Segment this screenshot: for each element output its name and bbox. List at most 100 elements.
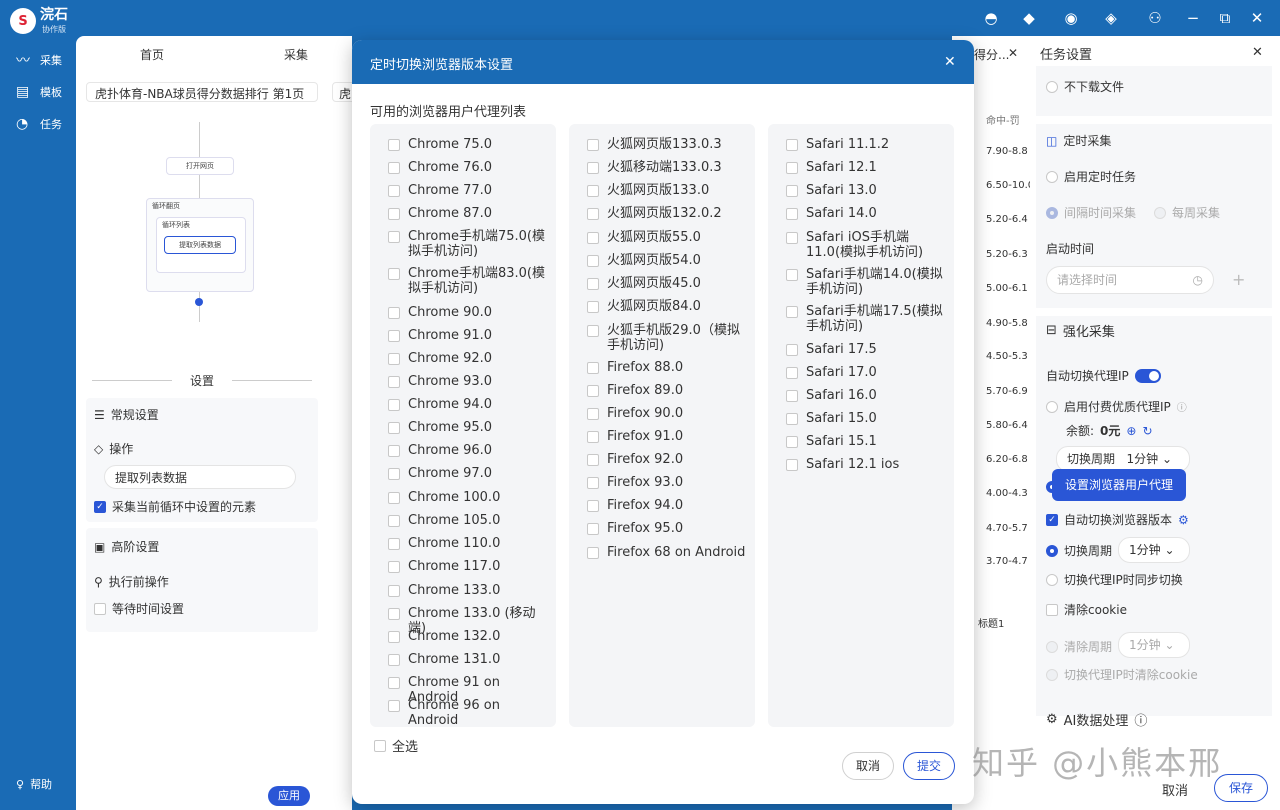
- dialog-close-icon[interactable]: ✕: [944, 54, 956, 70]
- ua-option[interactable]: Safari 13.0: [786, 183, 946, 198]
- ua-option[interactable]: Firefox 91.0: [587, 429, 747, 444]
- flow-add-icon[interactable]: [195, 298, 203, 306]
- diamond-icon[interactable]: ◆: [1018, 8, 1040, 28]
- refresh-icon[interactable]: ↻: [1142, 424, 1152, 438]
- clear-cookie-checkbox[interactable]: 清除cookie: [1046, 601, 1127, 618]
- user-icon[interactable]: ⚇: [1144, 8, 1166, 28]
- ua-option[interactable]: Safari iOS手机端11.0(模拟手机访问): [786, 230, 946, 260]
- dialog-submit-button[interactable]: 提交: [903, 752, 955, 780]
- ua-option[interactable]: 火狐手机版29.0（模拟手机访问): [587, 323, 747, 353]
- ua-option[interactable]: Chrome 132.0: [388, 629, 548, 644]
- wait-time-checkbox[interactable]: 等待时间设置: [94, 600, 184, 617]
- tab-home[interactable]: 首页: [140, 46, 164, 63]
- clear-period-radio[interactable]: 清除周期: [1046, 638, 1112, 655]
- flow-open-page[interactable]: 打开网页: [166, 157, 234, 175]
- restore-icon[interactable]: ⧉: [1214, 8, 1236, 28]
- help-circle-icon[interactable]: ⓘ: [1134, 710, 1147, 729]
- close-window-icon[interactable]: ✕: [1246, 8, 1268, 28]
- ua-option[interactable]: Safari 12.1 ios: [786, 457, 946, 472]
- moneybag-icon[interactable]: ◓: [980, 8, 1002, 28]
- ua-option[interactable]: Chrome 97.0: [388, 466, 548, 481]
- ua-option[interactable]: 火狐网页版133.0: [587, 183, 747, 198]
- ua-option[interactable]: 火狐网页版84.0: [587, 299, 747, 314]
- ua-option[interactable]: Firefox 68 on Android: [587, 545, 747, 560]
- tab-collect[interactable]: 采集: [284, 46, 308, 63]
- ua-option[interactable]: Firefox 92.0: [587, 452, 747, 467]
- advanced-settings-header[interactable]: ▣ 高阶设置: [94, 538, 159, 555]
- operation-input[interactable]: 提取列表数据: [104, 465, 296, 489]
- ua-option[interactable]: Safari 15.0: [786, 411, 946, 426]
- ua-option[interactable]: Chrome 110.0: [388, 536, 548, 551]
- ua-option[interactable]: Safari 14.0: [786, 206, 946, 221]
- recharge-icon[interactable]: ⊕: [1126, 424, 1136, 438]
- gear-icon[interactable]: ⚙: [1178, 513, 1189, 527]
- browser-period-radio[interactable]: 切换周期: [1046, 542, 1112, 559]
- ua-option[interactable]: Chrome 100.0: [388, 490, 548, 505]
- add-time-icon[interactable]: +: [1232, 270, 1245, 289]
- paid-proxy-radio[interactable]: 启用付费优质代理IP ⓘ: [1046, 398, 1187, 415]
- flow-extract[interactable]: 提取列表数据: [164, 236, 236, 254]
- ua-option[interactable]: 火狐网页版54.0: [587, 253, 747, 268]
- ua-option[interactable]: Safari 17.0: [786, 365, 946, 380]
- ua-option[interactable]: Safari手机端14.0(模拟手机访问): [786, 267, 946, 297]
- ua-option[interactable]: 火狐网页版55.0: [587, 230, 747, 245]
- pre-action-item[interactable]: ⚲ 执行前操作: [94, 573, 169, 590]
- ua-option[interactable]: Chrome 90.0: [388, 305, 548, 320]
- ua-option[interactable]: Chrome 92.0: [388, 351, 548, 366]
- help-link[interactable]: ♀ 帮助: [16, 776, 52, 792]
- ua-option[interactable]: Chrome 91.0: [388, 328, 548, 343]
- auto-proxy-switch[interactable]: 自动切换代理IP: [1046, 367, 1161, 384]
- start-time-input[interactable]: 请选择时间 ◷: [1046, 266, 1214, 294]
- ua-option[interactable]: Firefox 88.0: [587, 360, 747, 375]
- ua-option[interactable]: Safari 11.1.2: [786, 137, 946, 152]
- ua-option[interactable]: Chrome 94.0: [388, 397, 548, 412]
- ua-option[interactable]: Chrome 76.0: [388, 160, 548, 175]
- task-panel-close-icon[interactable]: ✕: [1252, 45, 1263, 60]
- ua-option[interactable]: Chrome 105.0: [388, 513, 548, 528]
- general-settings-header[interactable]: ☰ 常规设置: [94, 406, 159, 423]
- ua-option[interactable]: Chrome 77.0: [388, 183, 548, 198]
- ua-option[interactable]: Chrome 87.0: [388, 206, 548, 221]
- dialog-cancel-button[interactable]: 取消: [842, 752, 894, 780]
- ua-option[interactable]: Safari 16.0: [786, 388, 946, 403]
- collect-current-checkbox[interactable]: ✓ 采集当前循环中设置的元素: [94, 498, 256, 515]
- enable-schedule-checkbox[interactable]: 启用定时任务: [1046, 168, 1136, 185]
- ua-option[interactable]: Safari 17.5: [786, 342, 946, 357]
- ua-option[interactable]: Firefox 95.0: [587, 521, 747, 536]
- weekly-radio[interactable]: 每周采集: [1154, 204, 1220, 221]
- ua-option[interactable]: Chrome 95.0: [388, 420, 548, 435]
- select-all-checkbox[interactable]: 全选: [374, 736, 418, 755]
- ua-option[interactable]: Safari 15.1: [786, 434, 946, 449]
- ua-option[interactable]: Chrome 117.0: [388, 559, 548, 574]
- interval-radio[interactable]: 间隔时间采集: [1046, 204, 1136, 221]
- ua-option[interactable]: 火狐网页版133.0.3: [587, 137, 747, 152]
- browser-period-select[interactable]: 1分钟 ⌄: [1118, 537, 1190, 563]
- ua-option[interactable]: Chrome手机端83.0(模拟手机访问): [388, 266, 548, 296]
- tab-score[interactable]: 得分...: [974, 46, 1009, 63]
- sync-switch-radio[interactable]: 切换代理IP时同步切换: [1046, 571, 1183, 588]
- clear-period-select[interactable]: 1分钟 ⌄: [1118, 632, 1190, 658]
- ua-option[interactable]: Chrome 96.0: [388, 443, 548, 458]
- apply-button[interactable]: 应用: [268, 786, 310, 806]
- ua-option[interactable]: Chrome 96 on Android: [388, 698, 548, 728]
- ua-option[interactable]: Firefox 93.0: [587, 475, 747, 490]
- ua-option[interactable]: 火狐网页版45.0: [587, 276, 747, 291]
- beta-badge-icon[interactable]: ◉: [1060, 8, 1082, 28]
- no-download-radio[interactable]: 不下载文件: [1046, 78, 1124, 95]
- ua-option[interactable]: Chrome 133.0: [388, 583, 548, 598]
- nav-item-template[interactable]: ▤ 模板: [0, 76, 76, 108]
- notification-icon[interactable]: ◈: [1100, 8, 1122, 28]
- ua-option[interactable]: Chrome 75.0: [388, 137, 548, 152]
- ua-option[interactable]: Chrome 131.0: [388, 652, 548, 667]
- ua-option[interactable]: Safari手机端17.5(模拟手机访问): [786, 304, 946, 334]
- nav-item-collect[interactable]: 〰采集: [0, 44, 76, 76]
- tab-close-icon[interactable]: ✕: [1008, 46, 1018, 60]
- ua-option[interactable]: Firefox 94.0: [587, 498, 747, 513]
- ua-option[interactable]: Chrome 93.0: [388, 374, 548, 389]
- clear-on-switch-radio[interactable]: 切换代理IP时清除cookie: [1046, 666, 1198, 683]
- ua-option[interactable]: Firefox 89.0: [587, 383, 747, 398]
- nav-item-task[interactable]: ◔ 任务: [0, 108, 76, 140]
- minimize-icon[interactable]: −: [1182, 8, 1204, 28]
- ua-option[interactable]: Firefox 90.0: [587, 406, 747, 421]
- ua-option[interactable]: 火狐网页版132.0.2: [587, 206, 747, 221]
